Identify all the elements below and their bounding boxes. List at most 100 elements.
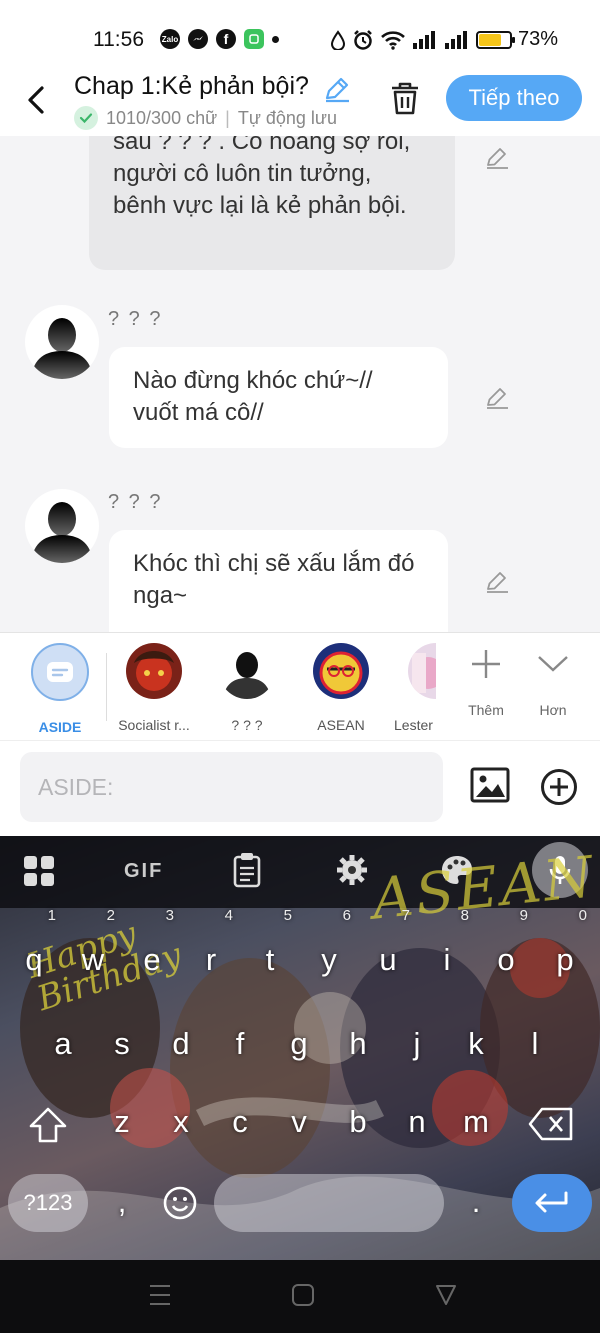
character-socialist[interactable]: Socialist r... — [109, 643, 199, 733]
message-bubble-aside[interactable]: sau ? ? ? . Cô hoảng sợ rồi, người cô lu… — [89, 136, 455, 270]
key-p[interactable]: p0 — [537, 908, 593, 990]
add-circle-icon[interactable] — [540, 768, 578, 806]
backspace-icon[interactable] — [528, 1106, 574, 1142]
key-s[interactable]: s — [94, 1014, 150, 1074]
character-selector: ASIDE Socialist r... ? ? ? ASEAN Lester … — [0, 632, 600, 740]
avatar — [313, 643, 369, 699]
status-bar: 11:56 Zalo f 73% — [0, 0, 600, 80]
edit-message-pencil-icon[interactable] — [484, 384, 510, 410]
chapter-title[interactable]: Chap 1:Kẻ phản bội? — [74, 72, 309, 101]
message-input[interactable] — [20, 752, 443, 822]
key-u[interactable]: u7 — [360, 908, 416, 990]
key-t[interactable]: t5 — [242, 908, 298, 990]
key-letter: s — [114, 1026, 130, 1061]
key-v[interactable]: v — [271, 1092, 327, 1152]
chat-area[interactable]: sau ? ? ? . Cô hoảng sợ rồi, người cô lu… — [0, 136, 600, 632]
key-w[interactable]: w2 — [65, 908, 121, 990]
key-y[interactable]: y6 — [301, 908, 357, 990]
system-navigation-bar — [0, 1260, 600, 1333]
key-g[interactable]: g — [271, 1014, 327, 1074]
menu-icon[interactable] — [148, 1282, 172, 1308]
key-c[interactable]: c — [212, 1092, 268, 1152]
save-status: 1010/300 chữ | Tự động lưu — [74, 106, 337, 130]
home-icon[interactable] — [291, 1282, 315, 1308]
key-comma[interactable]: , — [94, 1172, 150, 1232]
key-b[interactable]: b — [330, 1092, 386, 1152]
emoji-key[interactable] — [163, 1186, 197, 1225]
settings-gear-icon[interactable] — [336, 854, 368, 886]
key-letter: h — [349, 1026, 367, 1061]
wifi-icon — [381, 30, 405, 50]
key-letter: d — [172, 1026, 190, 1061]
chevron-down-icon — [538, 656, 568, 672]
key-j[interactable]: j — [389, 1014, 445, 1074]
key-x[interactable]: x — [153, 1092, 209, 1152]
key-letter: i — [443, 942, 451, 977]
key-q[interactable]: q1 — [6, 908, 62, 990]
character-unknown[interactable]: ? ? ? — [202, 643, 292, 733]
next-button[interactable]: Tiếp theo — [446, 75, 582, 121]
character-label: ? ? ? — [231, 717, 263, 733]
character-aside[interactable]: ASIDE — [15, 643, 105, 735]
key-a[interactable]: a — [35, 1014, 91, 1074]
image-icon[interactable] — [470, 765, 510, 805]
apps-grid-icon[interactable] — [22, 854, 56, 888]
separator: | — [225, 107, 230, 128]
add-label: Thêm — [468, 702, 504, 718]
trash-icon[interactable] — [388, 78, 422, 118]
key-e[interactable]: e3 — [124, 908, 180, 990]
key-n[interactable]: n — [389, 1092, 445, 1152]
avatar[interactable] — [25, 489, 99, 563]
back-triangle-icon[interactable] — [434, 1282, 458, 1308]
space-key[interactable] — [214, 1174, 444, 1232]
key-k[interactable]: k — [448, 1014, 504, 1074]
clock: 11:56 — [93, 28, 144, 51]
key-i[interactable]: i8 — [419, 908, 475, 990]
facebook-icon: f — [216, 29, 236, 49]
message-bubble[interactable]: Nào đừng khóc chứ~// vuốt má cô// — [109, 347, 448, 448]
key-letter: q — [25, 942, 43, 977]
key-r[interactable]: r4 — [183, 908, 239, 990]
speaker-name: ? ? ? — [108, 491, 163, 513]
edit-message-pencil-icon[interactable] — [484, 144, 510, 170]
avatar — [219, 643, 275, 699]
key-number-hint: 2 — [106, 907, 115, 924]
more-button[interactable]: Hơn — [523, 647, 583, 718]
key-f[interactable]: f — [212, 1014, 268, 1074]
key-letter: l — [531, 1026, 539, 1061]
more-label: Hơn — [539, 702, 567, 718]
enter-key[interactable] — [512, 1174, 592, 1232]
edit-message-pencil-icon[interactable] — [484, 568, 510, 594]
edit-title-pencil-icon[interactable] — [322, 74, 352, 104]
key-letter: g — [290, 1026, 308, 1061]
message-bubble[interactable]: Khóc thì chị sẽ xấu lắm đó nga~ — [109, 530, 448, 632]
character-asean[interactable]: ASEAN — [296, 643, 386, 733]
key-l[interactable]: l — [507, 1014, 563, 1074]
signal-icon-2 — [445, 30, 467, 49]
key-o[interactable]: o9 — [478, 908, 534, 990]
key-letter: e — [143, 942, 161, 977]
key-z[interactable]: z — [94, 1092, 150, 1152]
character-lester[interactable]: Lester — [390, 643, 436, 733]
symbols-key[interactable]: ?123 — [8, 1174, 88, 1232]
avatar[interactable] — [25, 305, 99, 379]
key-number-hint: 6 — [342, 907, 351, 924]
key-letter: r — [205, 942, 217, 977]
key-number-hint: 7 — [401, 907, 410, 924]
key-h[interactable]: h — [330, 1014, 386, 1074]
add-character-button[interactable]: Thêm — [456, 647, 516, 718]
gif-button[interactable]: GIF — [124, 860, 163, 883]
shift-icon[interactable] — [28, 1106, 68, 1144]
battery-percent: 73% — [518, 28, 559, 50]
water-drop-icon — [330, 29, 346, 50]
signal-icon-1 — [413, 30, 435, 49]
clipboard-icon[interactable] — [232, 852, 262, 888]
notification-icons: Zalo f — [160, 29, 279, 49]
key-d[interactable]: d — [153, 1014, 209, 1074]
character-label: ASEAN — [317, 717, 365, 733]
word-count: 1010/300 chữ — [106, 107, 218, 128]
key-m[interactable]: m — [448, 1092, 504, 1152]
key-letter: c — [232, 1104, 248, 1139]
key-period[interactable]: . — [448, 1172, 504, 1232]
back-arrow-icon[interactable] — [22, 80, 52, 120]
